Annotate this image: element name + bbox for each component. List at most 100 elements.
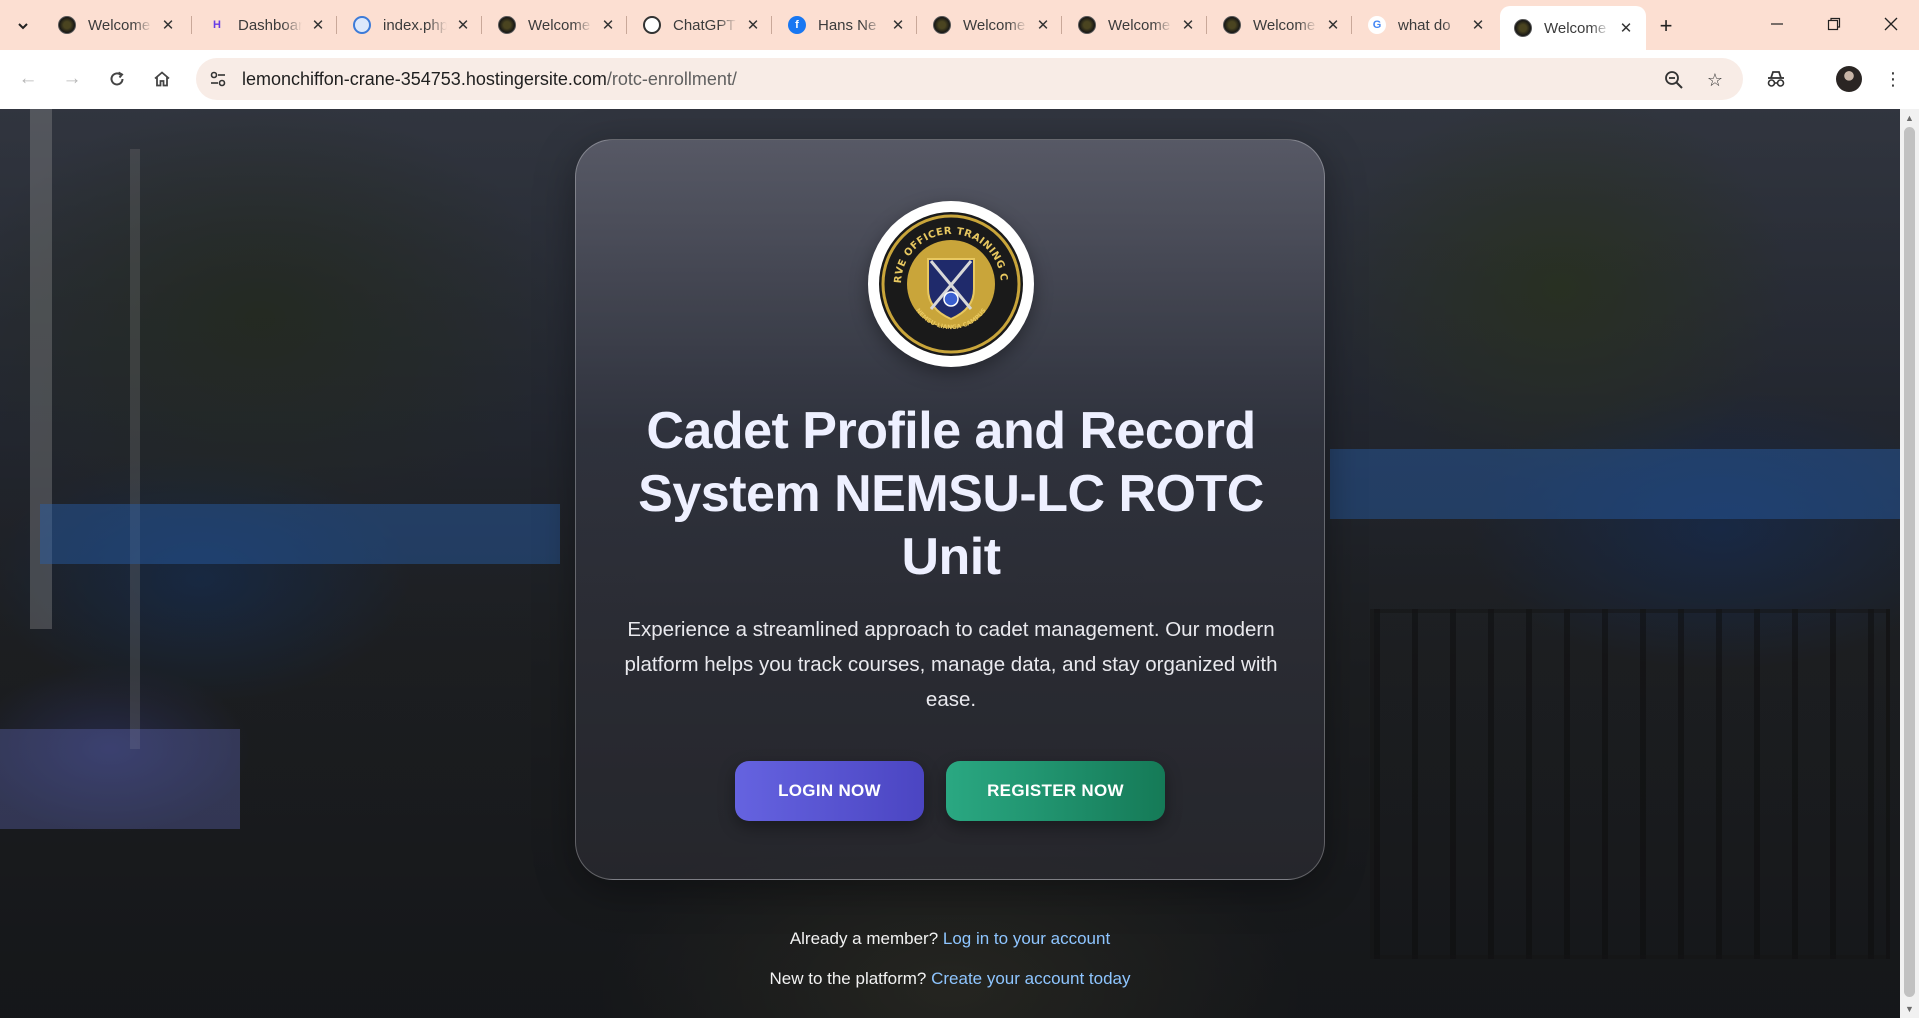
login-now-button[interactable]: LOGIN NOW	[735, 761, 924, 821]
close-icon[interactable]: ✕	[308, 15, 328, 35]
chevron-down-icon	[18, 23, 28, 30]
more-vertical-icon: ⋮	[1884, 68, 1902, 89]
browser-menu-button[interactable]: ⋮	[1878, 64, 1908, 94]
browser-tab[interactable]: Welcome ✕	[1064, 8, 1208, 42]
browser-tab[interactable]: Welcome ✕	[919, 8, 1063, 42]
rotc-seal-icon	[1223, 16, 1241, 34]
tab-title: Hans Ne	[818, 16, 877, 34]
page-title: Cadet Profile and Record System NEMSU-LC…	[638, 402, 1264, 586]
facebook-icon: f	[788, 16, 806, 34]
browser-tab[interactable]: Welcome ✕	[484, 8, 628, 42]
page-background: RESERVE OFFICER TRAINING CORPS NEMSU-LIA…	[0, 109, 1900, 1018]
new-tab-button[interactable]: +	[1652, 12, 1680, 40]
tab-separator	[191, 16, 192, 34]
close-icon[interactable]: ✕	[453, 15, 473, 35]
rotc-seal-icon	[1514, 19, 1532, 37]
tab-title: Welcome	[1253, 16, 1316, 34]
rotc-seal-icon: RESERVE OFFICER TRAINING CORPS NEMSU-LIA…	[876, 209, 1023, 356]
rotc-seal-icon	[1078, 16, 1096, 34]
new-user-prompt-text: New to the platform?	[769, 969, 927, 988]
close-icon[interactable]: ✕	[1178, 15, 1198, 35]
site-info-button[interactable]	[204, 65, 232, 93]
close-icon	[1884, 17, 1898, 31]
login-link[interactable]: Log in to your account	[943, 929, 1110, 948]
openai-icon	[643, 16, 661, 34]
tab-title: Welcome	[1108, 16, 1171, 34]
background-building-roof	[1330, 449, 1900, 519]
tab-title: Welcome	[963, 16, 1026, 34]
tab-title: index.php	[383, 16, 447, 34]
back-button[interactable]: ←	[13, 64, 43, 94]
close-icon[interactable]: ✕	[1616, 18, 1636, 38]
url-domain: lemonchiffon-crane-354753.hostingersite.…	[242, 69, 607, 89]
browser-tab-active[interactable]: Welcome ✕	[1500, 6, 1646, 50]
scrollbar-thumb[interactable]	[1904, 127, 1915, 997]
browser-tab[interactable]: ChatGPT ✕	[629, 8, 773, 42]
tab-title: ChatGPT	[673, 16, 736, 34]
browser-tab[interactable]: H Dashboard ✕	[194, 8, 338, 42]
close-icon[interactable]: ✕	[1323, 15, 1343, 35]
browser-toolbar: ← → lemonchiffon-crane-354753.hostingers…	[0, 50, 1919, 109]
profile-avatar[interactable]	[1836, 66, 1862, 92]
browser-tab[interactable]: Welcome ✕	[44, 8, 188, 42]
tab-separator	[481, 16, 482, 34]
tune-icon	[210, 71, 226, 87]
register-now-button[interactable]: REGISTER NOW	[946, 761, 1165, 821]
hero-description: Experience a streamlined approach to cad…	[624, 618, 1278, 711]
tab-title: Dashboard	[238, 16, 302, 34]
incognito-button[interactable]	[1761, 64, 1791, 94]
close-icon[interactable]: ✕	[1468, 15, 1488, 35]
browser-tab[interactable]: Welcome ✕	[1209, 8, 1353, 42]
member-prompt-line: Already a member? Log in to your account	[0, 929, 1900, 949]
browser-tab[interactable]: f Hans Ne ✕	[774, 8, 918, 42]
minimize-button[interactable]	[1754, 8, 1800, 40]
close-icon[interactable]: ✕	[1033, 15, 1053, 35]
url-text[interactable]: lemonchiffon-crane-354753.hostingersite.…	[242, 69, 737, 90]
close-window-button[interactable]	[1868, 8, 1914, 40]
tab-search-button[interactable]	[9, 12, 37, 40]
address-bar[interactable]: lemonchiffon-crane-354753.hostingersite.…	[196, 58, 1743, 100]
tab-strip: Welcome ✕ H Dashboard ✕ index.php ✕ Welc…	[0, 0, 1919, 50]
vertical-scrollbar[interactable]: ▲ ▼	[1900, 109, 1919, 1018]
scroll-down-arrow-icon[interactable]: ▼	[1905, 1004, 1914, 1014]
tab-title: Welcome	[88, 16, 151, 34]
restore-button[interactable]	[1811, 8, 1857, 40]
tab-title: Welcome	[1544, 19, 1607, 37]
tab-separator	[1206, 16, 1207, 34]
browser-tab[interactable]: index.php ✕	[339, 8, 483, 42]
rotc-seal-icon	[58, 16, 76, 34]
zoom-button[interactable]	[1661, 67, 1687, 93]
rotc-logo: RESERVE OFFICER TRAINING CORPS NEMSU-LIA…	[868, 201, 1034, 367]
rotc-seal-icon	[498, 16, 516, 34]
tab-separator	[916, 16, 917, 34]
tab-separator	[626, 16, 627, 34]
close-icon[interactable]: ✕	[158, 15, 178, 35]
url-path: /rotc-enrollment/	[606, 69, 737, 89]
close-icon[interactable]: ✕	[888, 15, 908, 35]
rotc-seal-icon	[933, 16, 951, 34]
reload-icon	[110, 71, 124, 86]
file-icon	[353, 16, 371, 34]
background-banner	[0, 729, 240, 829]
arrow-left-icon: ←	[18, 68, 38, 89]
minimize-icon	[1771, 23, 1783, 25]
background-gate	[1370, 609, 1890, 959]
tab-separator	[1061, 16, 1062, 34]
close-icon[interactable]: ✕	[743, 15, 763, 35]
close-icon[interactable]: ✕	[598, 15, 618, 35]
home-icon	[154, 71, 170, 87]
home-button[interactable]	[147, 64, 177, 94]
register-link[interactable]: Create your account today	[931, 969, 1130, 988]
reload-button[interactable]	[102, 64, 132, 94]
star-icon: ☆	[1706, 69, 1724, 90]
new-user-prompt-line: New to the platform? Create your account…	[0, 969, 1900, 989]
background-building-roof	[40, 504, 560, 564]
forward-button[interactable]: →	[57, 64, 87, 94]
browser-tab[interactable]: G what do ✕	[1354, 8, 1498, 42]
tab-separator	[336, 16, 337, 34]
hero-card: RESERVE OFFICER TRAINING CORPS NEMSU-LIA…	[575, 139, 1325, 880]
bookmark-button[interactable]: ☆	[1702, 67, 1728, 93]
tab-separator	[1351, 16, 1352, 34]
scroll-up-arrow-icon[interactable]: ▲	[1905, 113, 1914, 123]
member-prompt-text: Already a member?	[789, 929, 939, 948]
